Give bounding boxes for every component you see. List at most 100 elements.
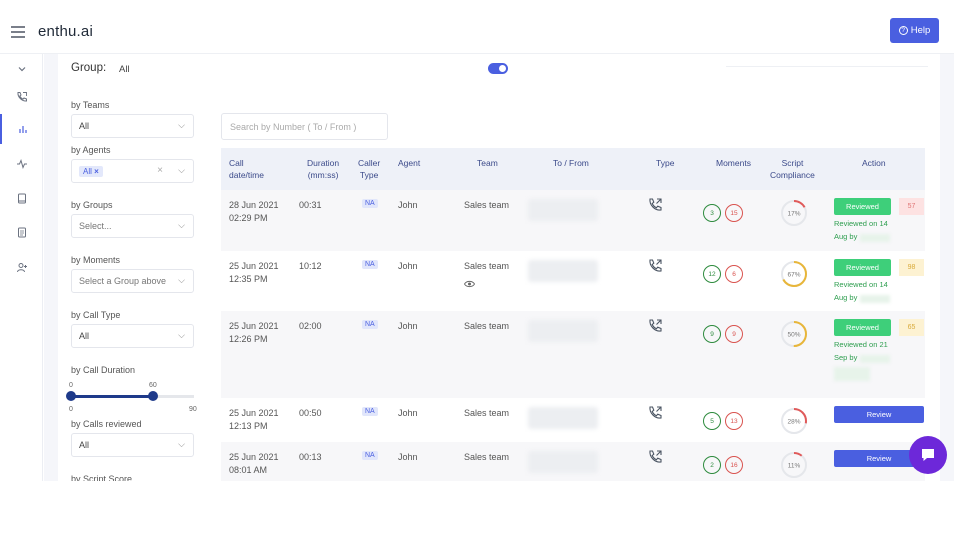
filter-call-duration-label: by Call Duration — [71, 365, 136, 375]
duration-slider-max-handle[interactable] — [148, 391, 158, 401]
positive-moments-count[interactable]: 3 — [703, 204, 721, 222]
call-duration: 10:12 — [299, 261, 322, 271]
header-to-from[interactable]: To / From — [553, 157, 589, 169]
table-row[interactable]: 25 Jun 2021 12:13 PM 00:50 NA John Sales team… — [221, 398, 925, 442]
view-toggle[interactable] — [488, 63, 508, 74]
call-date: 25 Jun 2021 12:26 PM — [229, 321, 279, 344]
left-rail — [0, 54, 43, 481]
outgoing-call-icon — [647, 318, 663, 334]
agent-name: John — [398, 452, 418, 462]
reviewer-name-redacted — [834, 367, 870, 381]
bar-chart-icon[interactable] — [0, 114, 43, 144]
document-icon[interactable] — [0, 217, 43, 247]
call-date: 28 Jun 2021 02:29 PM — [229, 200, 279, 223]
group-label: Group: — [71, 62, 107, 74]
filter-moments-select[interactable]: Select a Group above ⌵ — [71, 269, 194, 293]
filter-calls-reviewed-select[interactable]: All ⌵ — [71, 433, 194, 457]
header-type[interactable]: Type — [656, 157, 674, 169]
reviewed-button[interactable]: Reviewed — [834, 259, 891, 276]
filter-agents-select[interactable]: All × × ⌵ — [71, 159, 194, 183]
caller-type-badge: NA — [362, 451, 378, 460]
review-button[interactable]: Review — [834, 406, 924, 423]
caller-type-badge: NA — [362, 320, 378, 329]
script-score-ring[interactable]: 67% — [780, 260, 808, 288]
negative-moments-count[interactable]: 13 — [725, 412, 743, 430]
table-row[interactable]: 25 Jun 2021 12:26 PM 02:00 NA John Sales team… — [221, 311, 925, 398]
team-name: Sales team — [464, 452, 510, 462]
filter-call-type-value: All — [79, 331, 90, 341]
phone-calls-icon[interactable] — [0, 82, 43, 112]
script-score-value: 17% — [787, 211, 800, 218]
filter-groups-select[interactable]: Select... ⌵ — [71, 214, 194, 238]
filter-call-type-select[interactable]: All ⌵ — [71, 324, 194, 348]
negative-moments-count[interactable]: 6 — [725, 265, 743, 283]
chevron-down-icon: ⌵ — [178, 330, 185, 340]
positive-moments-count[interactable]: 9 — [703, 325, 721, 343]
slider-range-max: 90 — [189, 406, 197, 413]
table-row[interactable]: 25 Jun 2021 08:01 AM 00:13 NA John Sales team… — [221, 442, 925, 481]
header-call-date[interactable]: Call date/time — [229, 157, 264, 181]
outgoing-call-icon — [647, 405, 663, 421]
agent-chip-label: All — [83, 166, 92, 176]
clear-icon[interactable]: × — [157, 165, 163, 176]
header-action[interactable]: Action — [862, 157, 886, 169]
caller-type-badge: NA — [362, 260, 378, 269]
negative-moments-count[interactable]: 15 — [725, 204, 743, 222]
reviewed-button[interactable]: Reviewed — [834, 198, 891, 215]
reviewer-name-redacted — [860, 355, 890, 363]
call-duration: 00:31 — [299, 200, 322, 210]
chip-close-icon[interactable]: × — [94, 167, 99, 176]
positive-moments-count[interactable]: 2 — [703, 456, 721, 474]
eye-icon[interactable] — [463, 275, 476, 293]
table-row[interactable]: 28 Jun 2021 02:29 PM 00:31 NA John Sales team… — [221, 190, 925, 251]
chat-widget-button[interactable] — [909, 436, 947, 474]
filter-script-score-label: by Script Score — [71, 474, 133, 481]
outgoing-call-icon — [647, 197, 663, 213]
filter-groups-placeholder: Select... — [79, 221, 112, 231]
phone-number-redacted — [528, 451, 598, 473]
positive-moments-count[interactable]: 5 — [703, 412, 721, 430]
table-row[interactable]: 25 Jun 2021 12:35 PM 10:12 NA John Sales team… — [221, 251, 925, 311]
group-value[interactable]: All — [119, 64, 130, 75]
book-icon[interactable] — [0, 183, 43, 213]
positive-moments-count[interactable]: 12 — [703, 265, 721, 283]
hamburger-menu-icon[interactable] — [11, 26, 25, 38]
negative-moments-count[interactable]: 9 — [725, 325, 743, 343]
script-score-ring[interactable]: 50% — [780, 320, 808, 348]
header-caller-type[interactable]: Caller Type — [358, 157, 380, 181]
header-moments[interactable]: Moments — [716, 157, 751, 169]
search-input[interactable]: Search by Number ( To / From ) — [221, 113, 388, 140]
header-duration[interactable]: Duration (mm:ss) — [307, 157, 339, 181]
reviewer-name-redacted — [860, 295, 890, 303]
slider-range-min: 0 — [69, 406, 73, 413]
duration-slider-min-handle[interactable] — [66, 391, 76, 401]
activity-icon[interactable] — [0, 149, 43, 179]
help-button[interactable]: ? Help — [890, 18, 939, 43]
negative-moments-count[interactable]: 16 — [725, 456, 743, 474]
chevron-down-icon[interactable] — [0, 54, 43, 84]
script-score-ring[interactable]: 28% — [780, 407, 808, 435]
agent-chip[interactable]: All × — [79, 165, 103, 177]
phone-number-redacted — [528, 320, 598, 342]
header-script-compliance[interactable]: Script Compliance — [770, 157, 815, 181]
script-score-ring[interactable]: 11% — [780, 451, 808, 479]
header-agent[interactable]: Agent — [398, 157, 420, 169]
filter-agents-label: by Agents — [71, 145, 111, 155]
filter-teams-select[interactable]: All ⌵ — [71, 114, 194, 138]
script-score-value: 28% — [787, 419, 800, 426]
top-bar: enthu.ai ? Help — [0, 0, 954, 54]
chevron-down-icon: ⌵ — [178, 275, 185, 285]
team-name: Sales team — [464, 261, 510, 271]
outgoing-call-icon — [647, 449, 663, 465]
script-score-ring[interactable]: 17% — [780, 199, 808, 227]
agent-name: John — [398, 261, 418, 271]
agent-name: John — [398, 321, 418, 331]
script-score-value: 11% — [788, 463, 801, 470]
filter-calls-reviewed-label: by Calls reviewed — [71, 419, 142, 429]
header-team[interactable]: Team — [477, 157, 498, 169]
review-score-badge: 65 — [899, 319, 924, 336]
add-user-icon[interactable] — [0, 252, 43, 282]
brand-logo: enthu.ai — [38, 23, 93, 40]
date-range-field[interactable] — [726, 56, 928, 67]
reviewed-button[interactable]: Reviewed — [834, 319, 891, 336]
